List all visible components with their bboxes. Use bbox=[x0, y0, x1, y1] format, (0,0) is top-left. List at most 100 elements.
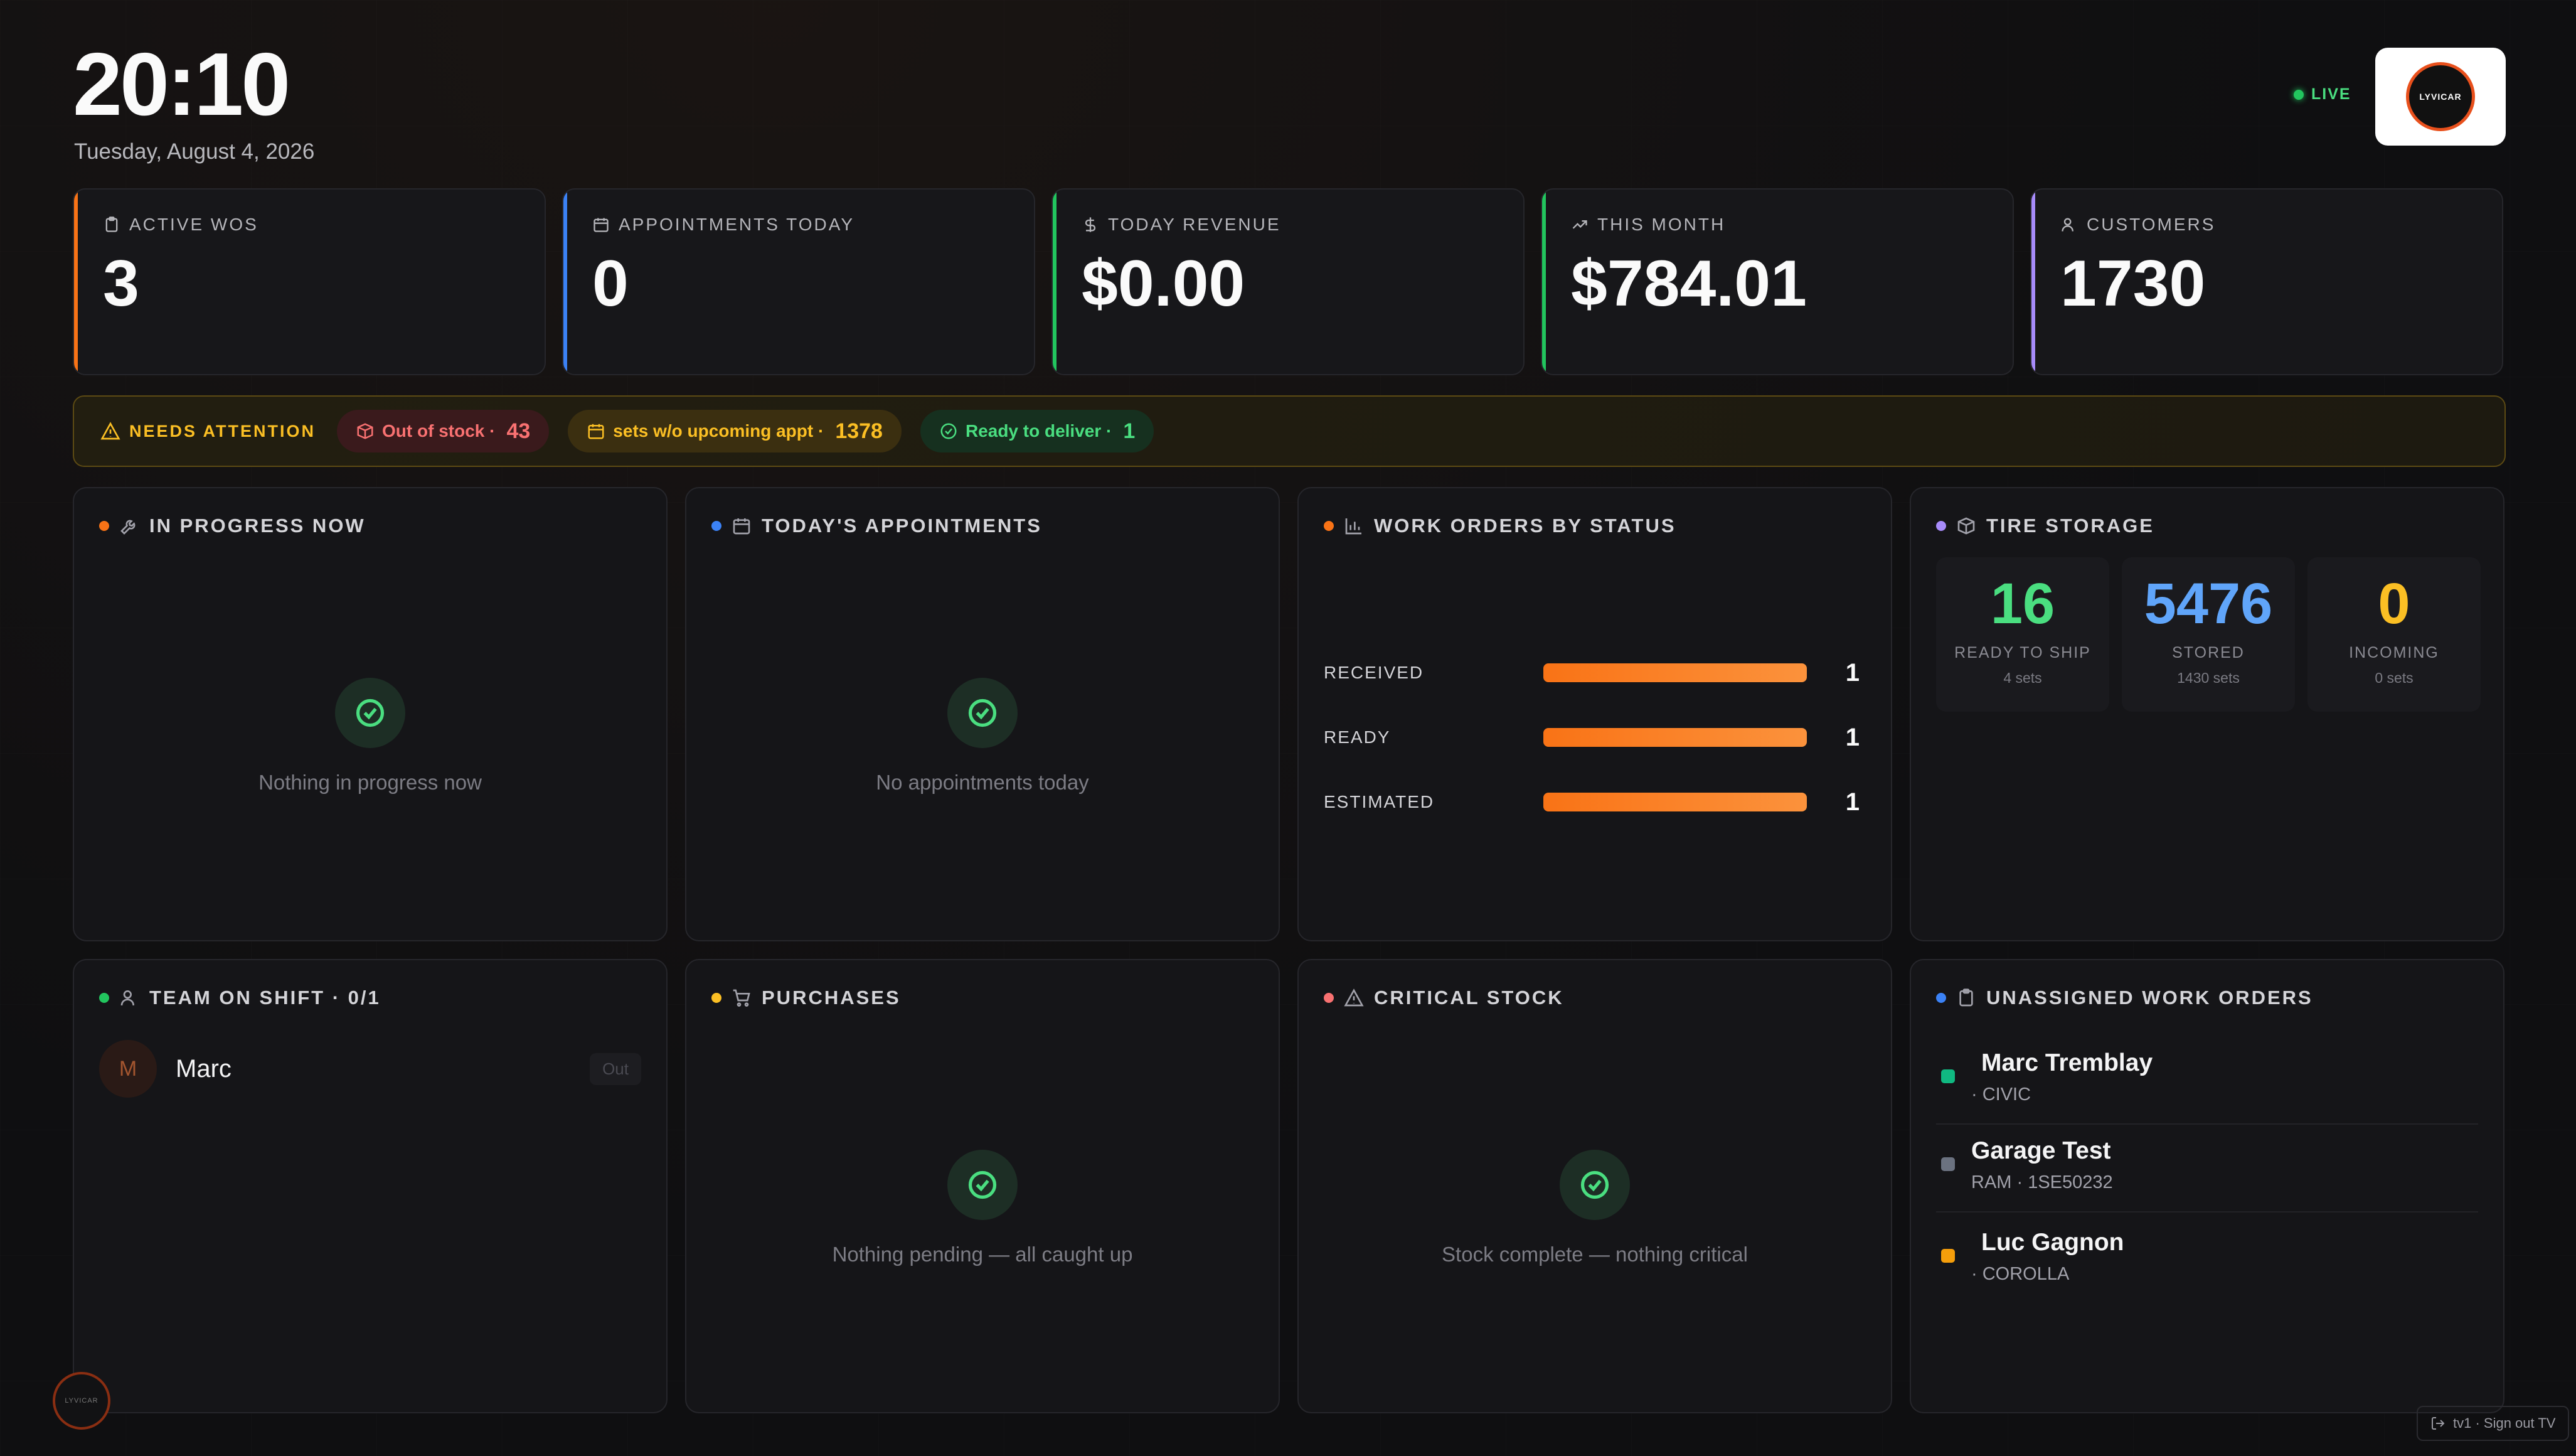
kpi-value: 1730 bbox=[2060, 247, 2206, 320]
check-circle-icon bbox=[968, 1170, 997, 1199]
chip-label: Out of stock · bbox=[382, 421, 496, 441]
status-dot bbox=[1324, 521, 1334, 531]
team-member[interactable]: M Marc Out bbox=[99, 1040, 641, 1098]
panel-title: CRITICAL STOCK bbox=[1374, 987, 1564, 1009]
calendar-icon bbox=[588, 424, 604, 439]
footer-logo: LYVICAR bbox=[53, 1372, 110, 1430]
chip-ready-to-deliver[interactable]: Ready to deliver · 1 bbox=[920, 410, 1154, 452]
kpi-label: TODAY REVENUE bbox=[1108, 215, 1281, 234]
panel-title: TODAY'S APPOINTMENTS bbox=[762, 515, 1042, 537]
empty-state: No appointments today bbox=[686, 678, 1279, 795]
check-circle-icon bbox=[1580, 1170, 1609, 1199]
chip-count: 43 bbox=[506, 419, 531, 443]
current-date: Tuesday, August 4, 2026 bbox=[74, 139, 315, 164]
tire-storage-stored: 5476 STORED 1430 sets bbox=[2122, 557, 2295, 712]
list-item[interactable]: Luc Gagnon · COROLLA bbox=[1936, 1216, 2478, 1304]
empty-message: Nothing pending — all caught up bbox=[832, 1243, 1133, 1266]
bar-label: RECEIVED bbox=[1324, 663, 1424, 682]
member-name: Marc bbox=[176, 1054, 232, 1083]
vehicle-info: · CIVIC bbox=[1971, 1084, 2031, 1105]
panel-critical-stock: CRITICAL STOCK Stock complete — nothing … bbox=[1297, 959, 1892, 1413]
tire-storage-ready-to-ship: 16 READY TO SHIP 4 sets bbox=[1936, 557, 2109, 712]
panel-in-progress: IN PROGRESS NOW Nothing in progress now bbox=[73, 487, 668, 941]
chip-count: 1378 bbox=[835, 419, 883, 443]
customer-name: Marc Tremblay bbox=[1981, 1049, 2153, 1076]
trending-up-icon bbox=[1572, 220, 1587, 229]
status-dot bbox=[99, 993, 109, 1003]
vehicle-info: RAM · 1SE50232 bbox=[1971, 1172, 2113, 1192]
box-icon bbox=[357, 423, 373, 439]
empty-message: Stock complete — nothing critical bbox=[1442, 1243, 1748, 1266]
panel-purchases: PURCHASES Nothing pending — all caught u… bbox=[685, 959, 1280, 1413]
panel-title: TEAM ON SHIFT · 0/1 bbox=[149, 987, 381, 1009]
status-dot bbox=[1324, 993, 1334, 1003]
vehicle-info: · COROLLA bbox=[1971, 1264, 2070, 1284]
box-icon bbox=[1957, 517, 1975, 535]
panel-title: UNASSIGNED WORK ORDERS bbox=[1986, 987, 2313, 1009]
ts-value: 5476 bbox=[2144, 572, 2273, 636]
list-item[interactable]: Garage Test RAM · 1SE50232 bbox=[1936, 1125, 2478, 1212]
kpi-label: THIS MONTH bbox=[1597, 215, 1726, 234]
tire-storage-incoming: 0 INCOMING 0 sets bbox=[2307, 557, 2481, 712]
color-marker bbox=[1941, 1249, 1955, 1263]
kpi-value: $784.01 bbox=[1571, 247, 1807, 320]
chip-label: Ready to deliver · bbox=[965, 421, 1112, 441]
logo-mark: LYVICAR bbox=[2406, 62, 2475, 131]
status-dot bbox=[1936, 521, 1946, 531]
bar bbox=[1543, 728, 1807, 747]
dollar-icon bbox=[1085, 217, 1096, 232]
bar-track bbox=[1543, 728, 1807, 747]
chip-out-of-stock[interactable]: Out of stock · 43 bbox=[337, 410, 550, 452]
panel-team-on-shift: TEAM ON SHIFT · 0/1 M Marc Out bbox=[73, 959, 668, 1413]
live-dot-icon bbox=[2294, 89, 2304, 100]
bar-label: READY bbox=[1324, 727, 1391, 747]
status-dot bbox=[99, 521, 109, 531]
bar bbox=[1543, 793, 1807, 811]
panel-unassigned-work-orders: UNASSIGNED WORK ORDERS Marc Tremblay · C… bbox=[1910, 959, 2504, 1413]
kpi-appointments-today: APPOINTMENTS TODAY 0 bbox=[562, 188, 1035, 375]
chip-label: sets w/o upcoming appt · bbox=[613, 421, 824, 441]
ts-sub: 0 sets bbox=[2375, 670, 2414, 686]
user-icon bbox=[120, 990, 134, 1006]
color-marker bbox=[1941, 1157, 1955, 1171]
kpi-this-month: THIS MONTH $784.01 bbox=[1541, 188, 2014, 375]
live-label: LIVE bbox=[2311, 85, 2351, 103]
panel-title: WORK ORDERS BY STATUS bbox=[1374, 515, 1676, 537]
list-item[interactable]: Marc Tremblay · CIVIC bbox=[1936, 1037, 2478, 1125]
kpi-today-revenue: TODAY REVENUE $0.00 bbox=[1051, 188, 1525, 375]
status-dot bbox=[1936, 993, 1946, 1003]
kpi-value: $0.00 bbox=[1082, 247, 1245, 320]
panel-tire-storage: TIRE STORAGE 16 READY TO SHIP 4 sets 547… bbox=[1910, 487, 2504, 941]
needs-attention-bar: NEEDS ATTENTION Out of stock · 43 sets w… bbox=[73, 395, 2506, 467]
attention-title: NEEDS ATTENTION bbox=[129, 421, 316, 441]
panel-title: PURCHASES bbox=[762, 987, 901, 1009]
empty-state: Nothing pending — all caught up bbox=[686, 1150, 1279, 1266]
empty-message: No appointments today bbox=[876, 771, 1089, 794]
kpi-value: 0 bbox=[592, 247, 629, 320]
ts-value: 16 bbox=[1990, 572, 2055, 636]
check-circle-icon bbox=[968, 699, 997, 727]
check-circle-icon bbox=[356, 699, 385, 727]
check-circle-icon bbox=[940, 423, 957, 439]
kpi-label: APPOINTMENTS TODAY bbox=[619, 215, 855, 234]
color-marker bbox=[1941, 1069, 1955, 1083]
chip-sets-without-appt[interactable]: sets w/o upcoming appt · 1378 bbox=[568, 410, 902, 452]
bar-row: ESTIMATED 1 bbox=[1324, 783, 1866, 821]
warning-icon bbox=[100, 422, 120, 440]
kpi-label: CUSTOMERS bbox=[2087, 215, 2216, 234]
chip-count: 1 bbox=[1123, 419, 1136, 443]
bar-track bbox=[1543, 663, 1807, 682]
bar-row: READY 1 bbox=[1324, 719, 1866, 756]
cart-icon bbox=[733, 989, 750, 1007]
sign-out-label: tv1 · Sign out TV bbox=[2453, 1415, 2556, 1431]
sign-out-tv-button[interactable]: tv1 · Sign out TV bbox=[2417, 1406, 2570, 1441]
ts-label: INCOMING bbox=[2349, 644, 2439, 661]
ts-label: READY TO SHIP bbox=[1954, 644, 2091, 661]
wrench-icon bbox=[120, 520, 136, 535]
warning-icon bbox=[1344, 988, 1364, 1007]
customer-name: Garage Test bbox=[1971, 1137, 2111, 1164]
kpi-label: ACTIVE WOS bbox=[129, 215, 258, 234]
bar-value: 1 bbox=[1845, 788, 1860, 816]
panel-todays-appointments: TODAY'S APPOINTMENTS No appointments tod… bbox=[685, 487, 1280, 941]
bar-row: RECEIVED 1 bbox=[1324, 654, 1866, 692]
